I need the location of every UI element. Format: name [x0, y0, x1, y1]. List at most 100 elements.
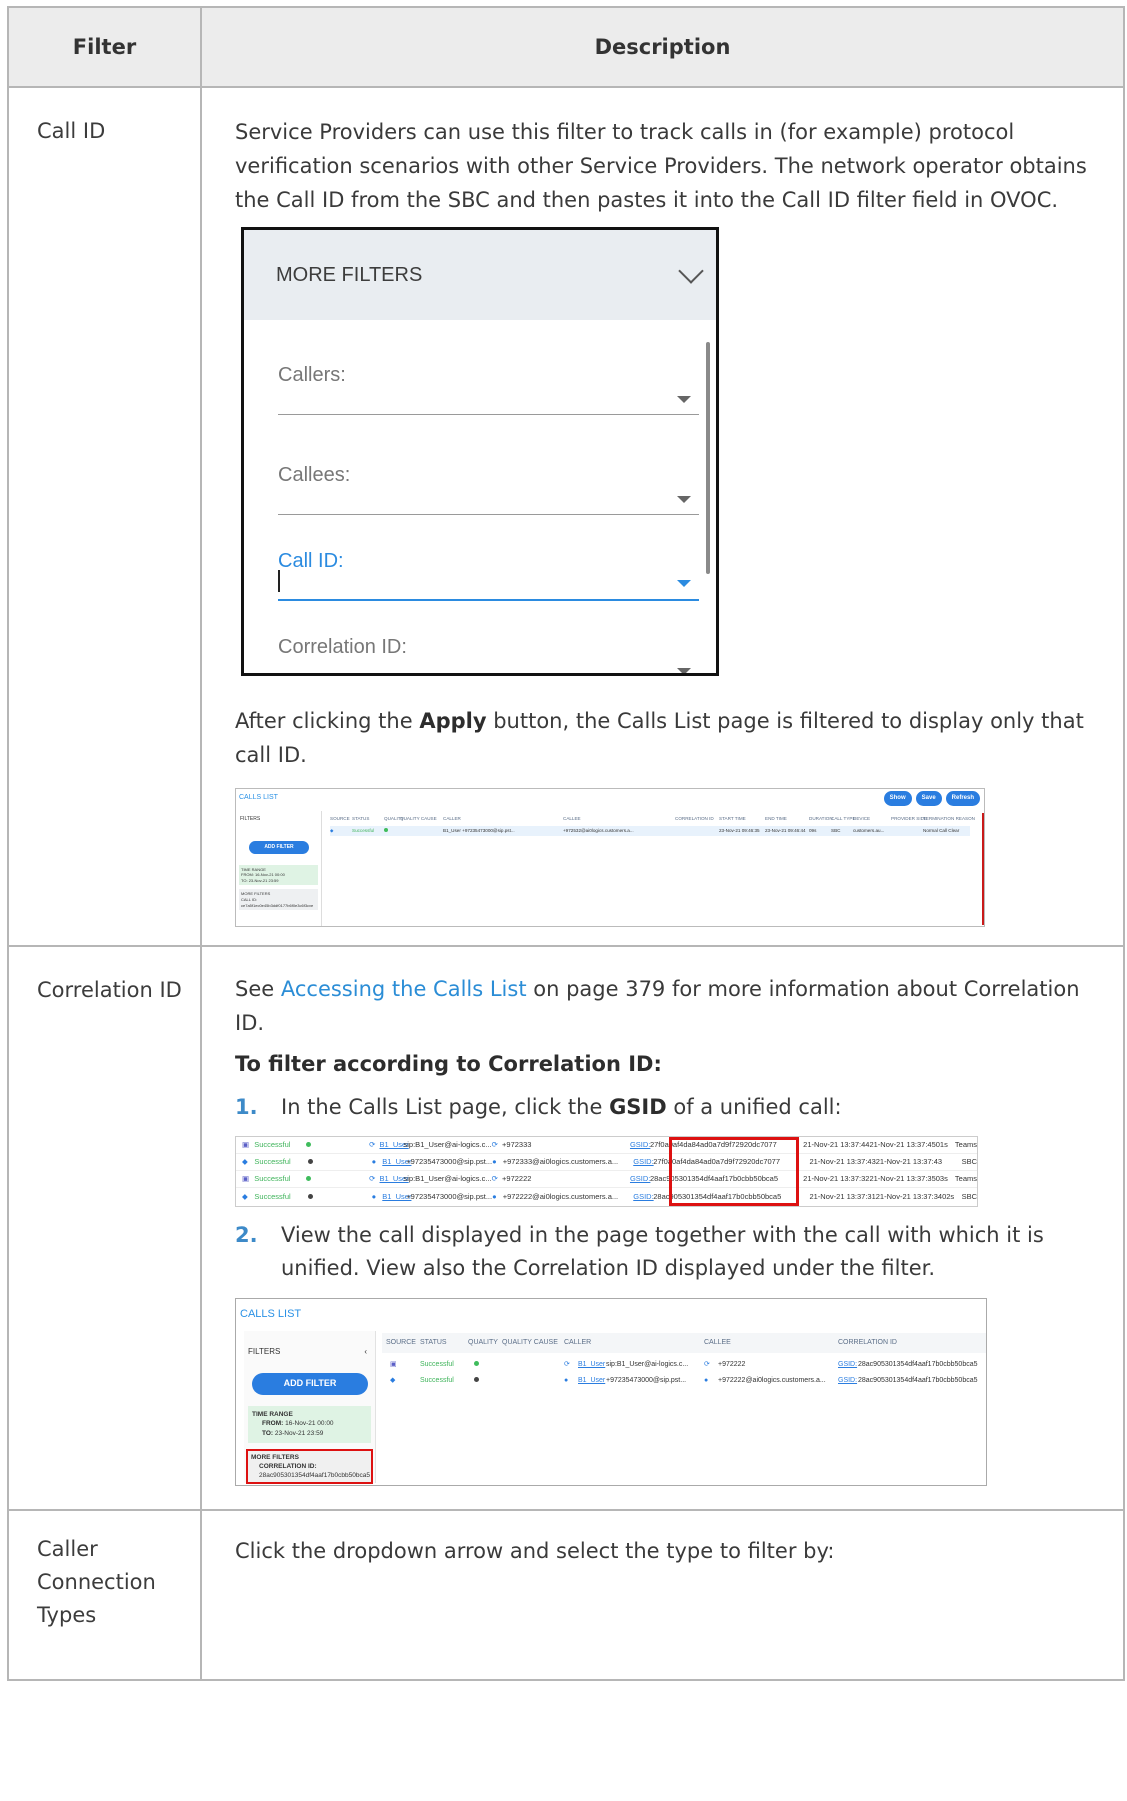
time-from: 16-Nov-21 00:00	[285, 1420, 334, 1428]
table-row[interactable]: ▣ Successful ⟳ B1_User sip:B1_User@ai-lo…	[236, 1137, 977, 1154]
more-filters-header[interactable]: MORE FILTERS	[244, 230, 716, 321]
more-filters-title: MORE FILTERS	[276, 263, 423, 286]
table-row[interactable]: ◆ Successful ● B1_User +97235473000@sip.…	[236, 1154, 977, 1171]
table-row[interactable]: ◆ Successful B1_User +97235473000@sip.ps…	[330, 826, 970, 837]
add-filter-button[interactable]: ADD FILTER	[249, 840, 309, 854]
gsid-link[interactable]: GSID:	[630, 1138, 650, 1151]
caller-connection-text: Click the dropdown arrow and select the …	[235, 1539, 835, 1564]
col-termination-reason: TERMINATION REASON	[923, 816, 975, 822]
step-2: 2. View the call displayed in the page t…	[235, 1219, 1107, 1286]
calls-list-correlation-screenshot: CALLS LIST FILTERS ‹ ADD FILTER TIME RAN…	[235, 1297, 987, 1486]
step-1: 1. In the Calls List page, click the GSI…	[235, 1089, 1107, 1126]
add-filter-button[interactable]: ADD FILTER	[252, 1372, 368, 1395]
time-range-box[interactable]: TIME RANGE FROM: 16-Nov-21 00:00 TO: 23-…	[248, 1405, 371, 1443]
caller-link[interactable]: B1_User	[578, 1359, 606, 1371]
from-label: FROM:	[262, 1420, 284, 1428]
col-duration: DURATION	[809, 816, 833, 822]
show-button[interactable]: Show	[883, 791, 912, 806]
call-id-field[interactable]: Call ID:	[278, 544, 699, 604]
correlation-id-value: 28ac905301354df4aaf17b0cbb50bca5	[259, 1472, 370, 1480]
callers-field[interactable]: Callers:	[278, 358, 699, 418]
gsid-link[interactable]: GSID:	[630, 1172, 650, 1185]
calls-list-screenshot: CALLS LIST Show Save Refresh FILTERS ADD…	[235, 788, 985, 928]
table-row[interactable]: ▣ Successful ⟳ B1_User sip:B1_User@ai-lo…	[382, 1357, 986, 1373]
time-range-label: TIME RANGE	[252, 1410, 293, 1418]
table-row[interactable]: ◆ Successful ● B1_User +97235473000@sip.…	[236, 1188, 977, 1205]
col-caller: CALLER	[443, 816, 461, 822]
step-number: 1.	[235, 1095, 258, 1120]
filter-name-correlation-id: Correlation ID	[7, 945, 202, 1512]
callee-text: +972222	[502, 1174, 532, 1184]
table-row[interactable]: ▣ Successful ⟳ B1_User sip:B1_User@ai-lo…	[236, 1171, 977, 1188]
call-type: Teams	[954, 1140, 977, 1150]
filter-name-line1: Caller	[37, 1537, 98, 1562]
gsid-link[interactable]: GSID:	[633, 1155, 653, 1168]
callee-text: +972532@ai0logics.customers.a...	[563, 828, 634, 834]
more-filters-panel: MORE FILTERS Callers: Callees: Call ID: …	[241, 227, 719, 677]
callee-text: +972333@ai0logics.customers.a...	[502, 1157, 619, 1167]
gsid-highlight-box	[669, 1136, 799, 1206]
chevron-down-icon[interactable]	[678, 258, 704, 284]
termination-reason: Normal Call Clear	[923, 828, 960, 834]
text-cursor	[278, 570, 280, 593]
description-correlation-id: See Accessing the Calls List on page 379…	[200, 945, 1125, 1512]
caller-text: sip:B1_User@ai-logics.c...	[403, 1140, 492, 1150]
see-also-paragraph: See Accessing the Calls List on page 379…	[235, 973, 1107, 1040]
caller-text: sip:B1_User@ai-logics.c...	[403, 1174, 492, 1184]
call-id-label: Call ID:	[278, 550, 344, 573]
procedure-heading-text: To filter according to Correlation ID:	[235, 1052, 662, 1077]
apply-text-pre: After clicking the	[235, 709, 420, 734]
dropdown-arrow-icon[interactable]	[677, 496, 691, 504]
caller-text[interactable]: B1_User +97235473000@sip.pst...	[443, 827, 563, 835]
correlation-id: 28ac905301354df4aaf17b0cbb50bca5	[858, 1360, 978, 1368]
status-text: Successful	[420, 1376, 454, 1384]
more-filters-box[interactable]: MORE FILTERS CORRELATION ID: 28ac9053013…	[246, 1448, 373, 1485]
more-filters-box[interactable]: MORE FILTERS CALL ID: ce7a5f1ec0e45b3ddf…	[239, 889, 318, 911]
apply-paragraph: After clicking the Apply button, the Cal…	[235, 704, 1107, 772]
field-underline	[278, 414, 699, 416]
teams-icon: ▣	[390, 1360, 397, 1368]
dropdown-arrow-icon[interactable]	[677, 396, 691, 404]
table-row-correlation-id: Correlation ID See Accessing the Calls L…	[7, 945, 1125, 1512]
caller-link[interactable]: B1_User	[380, 1138, 409, 1151]
scrollbar[interactable]	[706, 342, 710, 575]
callee-text: +972222	[718, 1360, 746, 1368]
dropdown-arrow-icon[interactable]	[677, 668, 691, 674]
col-source: SOURCE	[330, 816, 350, 822]
col-status: STATUS	[352, 816, 370, 822]
filters-sidebar: FILTERS ‹ ADD FILTER TIME RANGE FROM: 16…	[244, 1330, 376, 1485]
dropdown-arrow-icon[interactable]	[677, 580, 691, 588]
toolbar: Show Save Refresh	[883, 791, 980, 806]
callees-field[interactable]: Callees:	[278, 458, 699, 518]
end-time: 21-Nov-21 13:37:34	[875, 1191, 943, 1201]
table-row[interactable]: ◆ Successful ● B1_User +97235473000@sip.…	[382, 1373, 986, 1389]
table-row-call-id: Call ID Service Providers can use this f…	[7, 85, 1125, 948]
status-text: Successful	[254, 1157, 291, 1167]
status-text: Successful	[254, 1174, 291, 1184]
correlation-id: 28ac905301354df4aaf17b0cbb50bca5	[858, 1376, 978, 1384]
caller-link[interactable]: B1_User	[382, 1155, 411, 1168]
start-time: 23-Nov-21 09:46:35	[719, 828, 760, 834]
caller-link[interactable]: B1_User	[578, 1375, 606, 1387]
collapse-icon[interactable]: ‹	[364, 1345, 367, 1359]
refresh-button[interactable]: Refresh	[945, 791, 980, 806]
caller-text: +97235473000@sip.pst...	[406, 1191, 493, 1201]
calls-list-title: CALLS LIST	[240, 1307, 302, 1320]
gsid-link[interactable]: GSID:	[838, 1375, 858, 1387]
save-button[interactable]: Save	[915, 791, 942, 806]
callee-text: +972222@ai0logics.customers.a...	[718, 1376, 826, 1384]
description-call-id: Service Providers can use this filter to…	[200, 85, 1125, 948]
caller-link[interactable]: B1_User	[382, 1190, 411, 1203]
step-text: View the call displayed in the page toge…	[281, 1222, 1044, 1281]
gsid-link[interactable]: GSID:	[633, 1190, 653, 1203]
filters-table: Filter Description Call ID Service Provi…	[7, 6, 1125, 1682]
correlation-id-field[interactable]: Correlation ID:	[278, 630, 699, 674]
time-range-box[interactable]: TIME RANGE FROM: 16-Nov-21 00:00 TO: 23-…	[239, 864, 318, 886]
time-to: 23-Nov-21 23:59	[274, 1430, 324, 1438]
description-caller-connection-types: Click the dropdown arrow and select the …	[200, 1509, 1125, 1682]
col-quality-cause: QUALITY CAUSE	[502, 1338, 558, 1346]
sbc-icon: ◆	[390, 1376, 396, 1384]
accessing-calls-list-link[interactable]: Accessing the Calls List	[281, 977, 527, 1001]
gsid-link[interactable]: GSID:	[838, 1359, 858, 1371]
caller-link[interactable]: B1_User	[380, 1172, 409, 1185]
